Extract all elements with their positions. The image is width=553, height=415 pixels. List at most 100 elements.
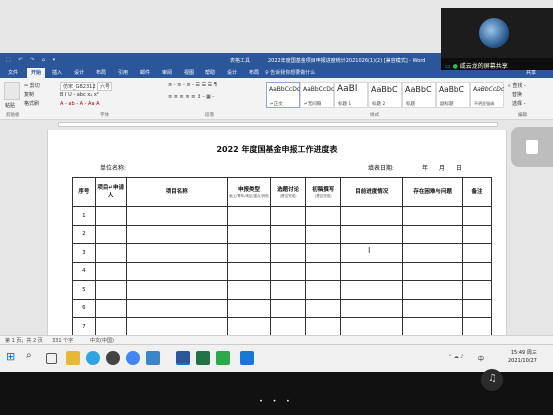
row-index: 3 xyxy=(72,243,96,263)
style-title[interactable]: AaBbC 标题 xyxy=(402,82,436,108)
header-apply-type: 申报类型 面上/青年/地区/重点/其他 xyxy=(226,177,272,207)
table-row[interactable]: 5 xyxy=(72,280,492,300)
row-index: 2 xyxy=(72,224,96,244)
group-editing: 编辑 xyxy=(518,113,527,118)
list-buttons[interactable]: ≡ - ≡ - ≡ - ☰ ☰ ☰ ¶ xyxy=(168,82,217,88)
tab-insert[interactable]: 插入 xyxy=(52,69,62,76)
word-count: 331 个字 xyxy=(52,338,74,344)
document-page[interactable]: 2022 年度国基金申报工作进度表 单位名称: 填表日期: 年 月 日 序号 项… xyxy=(47,130,507,337)
style-subtle-emphasis[interactable]: AaBbCcDc 不明显强调 xyxy=(470,82,504,108)
style-no-spacing[interactable]: AaBbCcDc ↵无间隔 xyxy=(300,82,334,108)
table-row[interactable]: 1 xyxy=(72,206,492,226)
app-icon-2[interactable] xyxy=(146,351,160,365)
header-remarks: 备注 xyxy=(462,177,492,207)
cut-button[interactable]: ✂ 剪切 xyxy=(24,82,40,89)
search-icon[interactable]: ⌕ xyxy=(26,350,40,364)
side-panel-handle[interactable] xyxy=(511,127,553,167)
tab-table-design[interactable]: 设计 xyxy=(227,69,237,76)
page-count: 第 1 页，共 2 页 xyxy=(5,338,43,344)
unit-name-label: 单位名称: xyxy=(100,165,127,172)
tab-layout[interactable]: 布局 xyxy=(96,69,106,76)
table-row[interactable]: 3 xyxy=(72,243,492,263)
paste-button[interactable]: 粘贴 xyxy=(5,102,15,109)
header-progress: 目前进度情况 xyxy=(340,177,404,207)
windows-taskbar: ⊞ ⌕ ⌃ ☁ ♪ 中 15:49 周三 2021/10/27 xyxy=(0,344,553,372)
tab-table-layout[interactable]: 布局 xyxy=(249,69,259,76)
tab-help[interactable]: 帮助 xyxy=(205,69,215,76)
globe-avatar xyxy=(479,18,509,48)
row-index: 5 xyxy=(72,280,96,300)
format-painter-button[interactable]: 格式刷 xyxy=(24,100,39,107)
tab-design[interactable]: 设计 xyxy=(74,69,84,76)
presenter-video-tile[interactable]: ▭ ● 咸云龙的屏幕共享 xyxy=(441,8,553,70)
tab-view[interactable]: 视图 xyxy=(184,69,194,76)
word-taskbar-icon[interactable] xyxy=(176,351,190,365)
style-subtitle[interactable]: AaBbC 副标题 xyxy=(436,82,470,108)
font-name-select[interactable]: 仿宋_GB2312 xyxy=(60,82,96,91)
app-icon[interactable] xyxy=(106,351,120,365)
monitor-icon: ▭ xyxy=(445,63,451,70)
quick-access-toolbar[interactable]: ⬚ ↶ ↷ ⌂ ▾ xyxy=(6,57,58,63)
text-cursor-icon: I xyxy=(368,246,371,255)
font-color-buttons[interactable]: A - ab - A - Aa A xyxy=(60,101,100,107)
meeting-app-icon[interactable] xyxy=(240,351,254,365)
tab-references[interactable]: 引用 xyxy=(118,69,128,76)
windows-start-icon[interactable]: ⊞ xyxy=(6,350,20,364)
tray-icons[interactable]: ⌃ ☁ ♪ xyxy=(448,354,464,360)
copy-icon xyxy=(526,140,538,154)
header-draft: 初稿撰写 (是否完成) xyxy=(305,177,342,207)
copy-button[interactable]: 复制 xyxy=(24,91,34,98)
table-row[interactable]: 2 xyxy=(72,224,492,244)
replace-button[interactable]: 替换 xyxy=(512,91,522,98)
alignment-buttons[interactable]: ≡ ≡ ≡ ≡ ≡ ↕ - ▦ - xyxy=(168,94,214,100)
year-label: 年 xyxy=(422,165,429,172)
ribbon: 粘贴 ✂ 剪切 复制 格式刷 仿宋_GB2312 六号 B I U - abc … xyxy=(0,78,553,120)
wechat-icon[interactable] xyxy=(216,351,230,365)
header-topic-discussion: 选题讨论 (是否完成) xyxy=(270,177,307,207)
tell-me-search[interactable]: ♀ 告诉我你想要做什么 xyxy=(265,69,315,76)
paste-icon[interactable] xyxy=(4,82,20,100)
tab-review[interactable]: 审阅 xyxy=(162,69,172,76)
table-row[interactable]: 4 xyxy=(72,261,492,281)
font-format-buttons[interactable]: B I U - abc x₂ x² xyxy=(60,92,99,98)
table-row[interactable]: 6 xyxy=(72,298,492,318)
task-view-icon[interactable] xyxy=(46,353,57,364)
tab-home[interactable]: 开始 xyxy=(27,68,46,78)
group-font: 字体 xyxy=(100,113,109,118)
document-title: 2022年度国基金项目申报进度统计2021026(1)(2) [兼容模式] - … xyxy=(268,58,426,64)
edge-icon[interactable] xyxy=(86,351,100,365)
row-index: 4 xyxy=(72,261,96,281)
row-index: 7 xyxy=(72,317,96,337)
status-bar: 第 1 页，共 2 页 331 个字 中文(中国) xyxy=(0,335,553,344)
header-difficulties: 存在困难与问题 xyxy=(402,177,464,207)
style-heading-2[interactable]: AaBbC 标题 2 xyxy=(368,82,402,108)
day-label: 日 xyxy=(456,165,463,172)
ime-indicator[interactable]: 中 xyxy=(478,354,484,363)
style-heading-1[interactable]: AaBl 标题 1 xyxy=(334,82,368,108)
row-index: 6 xyxy=(72,298,96,318)
group-paragraph: 段落 xyxy=(205,113,214,118)
excel-icon[interactable] xyxy=(196,351,210,365)
page-indicator[interactable]: • • • xyxy=(0,398,553,405)
language-indicator: 中文(中国) xyxy=(90,338,114,344)
tab-file[interactable]: 文件 xyxy=(8,69,18,76)
table-row[interactable]: 7 xyxy=(72,317,492,337)
row-index: 1 xyxy=(72,206,96,226)
header-applicant: 项目↵申请人 xyxy=(94,177,127,207)
table-tools-label: 表格工具 xyxy=(230,58,251,64)
share-button[interactable]: 共享 xyxy=(526,69,536,76)
tab-mailings[interactable]: 邮件 xyxy=(140,69,150,76)
select-button[interactable]: 选择 - xyxy=(512,100,525,107)
mute-mic-button[interactable]: ♫ xyxy=(481,369,503,391)
screen-share-caption: ▭ ● 咸云龙的屏幕共享 xyxy=(441,58,553,70)
header-index: 序号 xyxy=(72,177,96,207)
chrome-icon[interactable] xyxy=(126,351,140,365)
font-size-select[interactable]: 六号 xyxy=(97,82,112,91)
group-clipboard: 剪贴板 xyxy=(6,113,20,118)
file-explorer-icon[interactable] xyxy=(66,351,80,365)
find-button[interactable]: ⌕ 查找 - xyxy=(508,82,526,89)
progress-table[interactable]: 序号 项目↵申请人 项目名称 申报类型 面上/青年/地区/重点/其他 选题讨论 (是… xyxy=(72,177,492,337)
month-label: 月 xyxy=(439,165,446,172)
style-normal[interactable]: AaBbCcDc ↵正文 xyxy=(266,82,300,108)
system-clock[interactable]: 15:49 周三 2021/10/27 xyxy=(508,349,537,365)
